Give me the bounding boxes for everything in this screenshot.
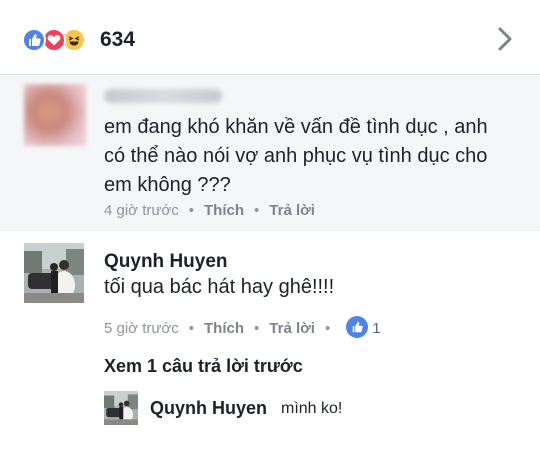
timestamp[interactable]: 5 giờ trước (104, 320, 179, 337)
reaction-icons[interactable] (22, 28, 102, 52)
reply-avatar[interactable] (104, 391, 138, 425)
reply-button[interactable]: Trả lời (269, 202, 315, 219)
comment-line: có thể nào nói vợ anh phục vụ tình dục c… (104, 145, 488, 167)
comment-line: em không ??? (104, 174, 231, 196)
reply-author-name[interactable]: Quynh Huyen (150, 398, 267, 419)
separator-dot: • (188, 319, 194, 337)
like-count[interactable]: 1 (372, 320, 380, 337)
separator-dot: • (188, 202, 194, 219)
chevron-right-icon[interactable] (494, 26, 516, 57)
author-name[interactable]: Quynh Huyen (104, 251, 228, 273)
reply-button[interactable]: Trả lời (269, 320, 315, 337)
comment-1: em đang khó khăn về vấn đề tình dục , an… (0, 75, 540, 231)
comment-text: tối qua bác hát hay ghê!!!! (104, 276, 335, 298)
comment-line: em đang khó khăn về vấn đề tình dục , an… (104, 116, 488, 138)
comment-text: em đang khó khăn về vấn đề tình dục , an… (104, 113, 524, 200)
reaction-count[interactable]: 634 (100, 28, 135, 52)
comments-panel: 634 em đang khó khăn về vấn đề tình dục … (0, 0, 540, 468)
comment-meta: 4 giờ trước • Thích • Trả lời (104, 202, 315, 219)
comment-meta: 5 giờ trước • Thích • Trả lời • 1 (104, 316, 381, 340)
separator-dot: • (324, 319, 331, 337)
view-previous-replies-link[interactable]: Xem 1 câu trả lời trước (104, 356, 303, 377)
avatar-blurred[interactable] (24, 84, 86, 146)
like-icon (22, 28, 46, 52)
like-icon[interactable] (346, 316, 369, 338)
avatar[interactable] (24, 243, 84, 303)
author-name-blurred[interactable] (104, 89, 222, 103)
like-button[interactable]: Thích (204, 320, 244, 337)
separator-dot: • (254, 319, 260, 337)
reactions-header[interactable]: 634 (0, 0, 540, 74)
timestamp[interactable]: 4 giờ trước (104, 202, 179, 219)
reply-text: mình ko! (281, 400, 343, 417)
separator-dot: • (254, 202, 260, 219)
like-button[interactable]: Thích (204, 202, 244, 219)
